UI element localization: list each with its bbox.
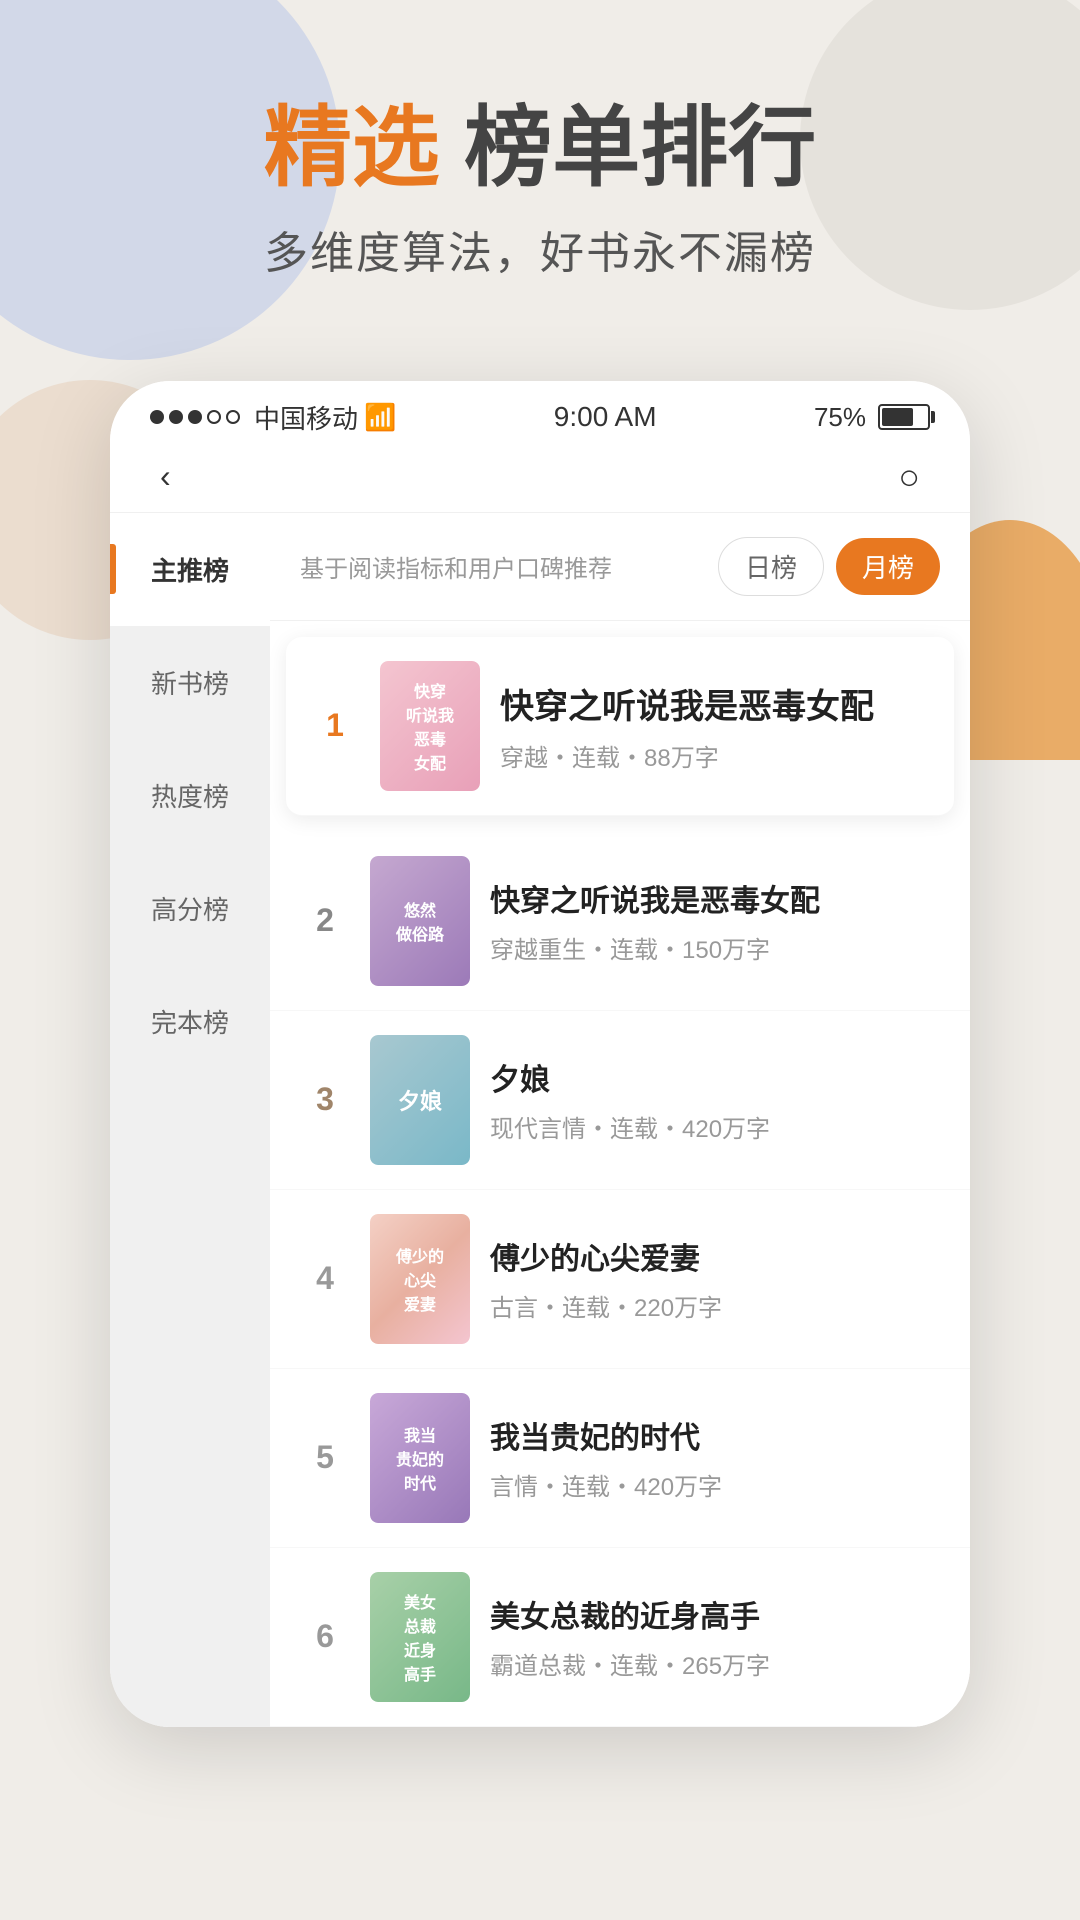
book-meta-2: 穿越重生・连载・150万字 (490, 930, 940, 965)
book-meta-5: 言情・连载・420万字 (490, 1467, 940, 1502)
book-rank-4: 4 (300, 1260, 350, 1297)
book-item-2[interactable]: 2 悠然做俗路 快穿之听说我是恶毒女配 穿越重生・连载・150万字 (270, 832, 970, 1011)
status-bar: 中国移动 📶 9:00 AM 75% (110, 381, 970, 446)
book-meta-1: 穿越・连载・88万字 (500, 738, 930, 773)
sidebar-item-wanben[interactable]: 完本榜 (110, 965, 270, 1078)
book-rank-3: 3 (300, 1081, 350, 1118)
book-title-3: 夕娘 (490, 1055, 940, 1099)
book-cover-image-3: 夕娘 (370, 1035, 470, 1165)
book-item-3[interactable]: 3 夕娘 夕娘 现代言情・连载・420万字 (270, 1011, 970, 1190)
filter-description: 基于阅读指标和用户口碑推荐 (300, 549, 612, 584)
status-right: 75% (814, 402, 930, 433)
book-title-2: 快穿之听说我是恶毒女配 (490, 876, 940, 920)
signal-strength (150, 410, 240, 424)
content-area: 主推榜 新书榜 热度榜 高分榜 完本榜 基于阅读指标和用户口碑推荐 (110, 513, 970, 1727)
book-cover-6: 美女总裁近身高手 (370, 1572, 470, 1702)
book-info-3: 夕娘 现代言情・连载・420万字 (490, 1055, 940, 1144)
book-cover-3: 夕娘 (370, 1035, 470, 1165)
signal-dot-5 (226, 410, 240, 424)
status-time: 9:00 AM (554, 401, 657, 433)
book-rank-1: 1 (310, 707, 360, 744)
book-title-6: 美女总裁的近身高手 (490, 1592, 940, 1636)
book-item-5[interactable]: 5 我当贵妃的时代 我当贵妃的时代 言情・连载・420万字 (270, 1369, 970, 1548)
book-rank-2: 2 (300, 902, 350, 939)
book-meta-6: 霸道总裁・连载・265万字 (490, 1646, 940, 1681)
book-title-5: 我当贵妃的时代 (490, 1413, 940, 1457)
book-rank-5: 5 (300, 1439, 350, 1476)
book-cover-image-5: 我当贵妃的时代 (370, 1393, 470, 1523)
book-cover-image-2: 悠然做俗路 (370, 856, 470, 986)
book-info-2: 快穿之听说我是恶毒女配 穿越重生・连载・150万字 (490, 876, 940, 965)
signal-dot-2 (169, 410, 183, 424)
book-item-4[interactable]: 4 傅少的心尖爱妻 傅少的心尖爱妻 古言・连载・220万字 (270, 1190, 970, 1369)
search-icon[interactable]: ○ (898, 456, 920, 498)
page-title: 精选 榜单排行 (80, 100, 1000, 197)
book-title-4: 傅少的心尖爱妻 (490, 1234, 940, 1278)
wifi-icon: 📶 (364, 402, 396, 433)
back-icon[interactable]: ‹ (160, 458, 171, 495)
book-info-6: 美女总裁的近身高手 霸道总裁・连载・265万字 (490, 1592, 940, 1681)
battery-percent: 75% (814, 402, 866, 433)
book-title-1: 快穿之听说我是恶毒女配 (500, 679, 930, 728)
page-subtitle: 多维度算法，好书永不漏榜 (80, 217, 1000, 281)
book-cover-1: 快穿听说我恶毒女配 (380, 661, 480, 791)
sidebar: 主推榜 新书榜 热度榜 高分榜 完本榜 (110, 513, 270, 1727)
book-info-4: 傅少的心尖爱妻 古言・连载・220万字 (490, 1234, 940, 1323)
carrier-name: 中国移动 (254, 399, 358, 436)
title-orange: 精选 (264, 98, 440, 197)
status-left: 中国移动 📶 (150, 399, 396, 436)
signal-dot-3 (188, 410, 202, 424)
phone-mockup: 中国移动 📶 9:00 AM 75% ‹ ○ 主推榜 新书榜 (110, 381, 970, 1727)
sidebar-item-gaofen[interactable]: 高分榜 (110, 852, 270, 965)
filter-tabs: 日榜 月榜 (718, 537, 940, 596)
book-cover-2: 悠然做俗路 (370, 856, 470, 986)
book-cover-image-4: 傅少的心尖爱妻 (370, 1214, 470, 1344)
sidebar-item-xinshu[interactable]: 新书榜 (110, 626, 270, 739)
app-nav-bar: ‹ ○ (110, 446, 970, 513)
book-meta-4: 古言・连载・220万字 (490, 1288, 940, 1323)
tab-monthly[interactable]: 月榜 (836, 538, 940, 595)
battery-icon (878, 404, 930, 430)
book-cover-5: 我当贵妃的时代 (370, 1393, 470, 1523)
book-list: 1 快穿听说我恶毒女配 快穿之听说我是恶毒女配 穿越・连载・88万字 2 (270, 637, 970, 1727)
battery-fill (882, 408, 913, 426)
book-meta-3: 现代言情・连载・420万字 (490, 1109, 940, 1144)
main-content: 基于阅读指标和用户口碑推荐 日榜 月榜 1 快穿听 (270, 513, 970, 1727)
header-section: 精选 榜单排行 多维度算法，好书永不漏榜 (0, 0, 1080, 341)
book-item-6[interactable]: 6 美女总裁近身高手 美女总裁的近身高手 霸道总裁・连载・265万字 (270, 1548, 970, 1727)
sidebar-item-redu[interactable]: 热度榜 (110, 739, 270, 852)
book-cover-image-1: 快穿听说我恶毒女配 (380, 661, 480, 791)
book-rank-6: 6 (300, 1618, 350, 1655)
signal-dot-4 (207, 410, 221, 424)
book-info-5: 我当贵妃的时代 言情・连载・420万字 (490, 1413, 940, 1502)
signal-dot-1 (150, 410, 164, 424)
sidebar-item-zhutui[interactable]: 主推榜 (110, 513, 270, 626)
battery-indicator (878, 404, 930, 430)
title-dark: 榜单排行 (440, 98, 816, 197)
book-info-1: 快穿之听说我是恶毒女配 穿越・连载・88万字 (500, 679, 930, 773)
tab-daily[interactable]: 日榜 (718, 537, 824, 596)
book-cover-4: 傅少的心尖爱妻 (370, 1214, 470, 1344)
book-item-1[interactable]: 1 快穿听说我恶毒女配 快穿之听说我是恶毒女配 穿越・连载・88万字 (286, 637, 954, 816)
filter-bar: 基于阅读指标和用户口碑推荐 日榜 月榜 (270, 513, 970, 621)
book-cover-image-6: 美女总裁近身高手 (370, 1572, 470, 1702)
